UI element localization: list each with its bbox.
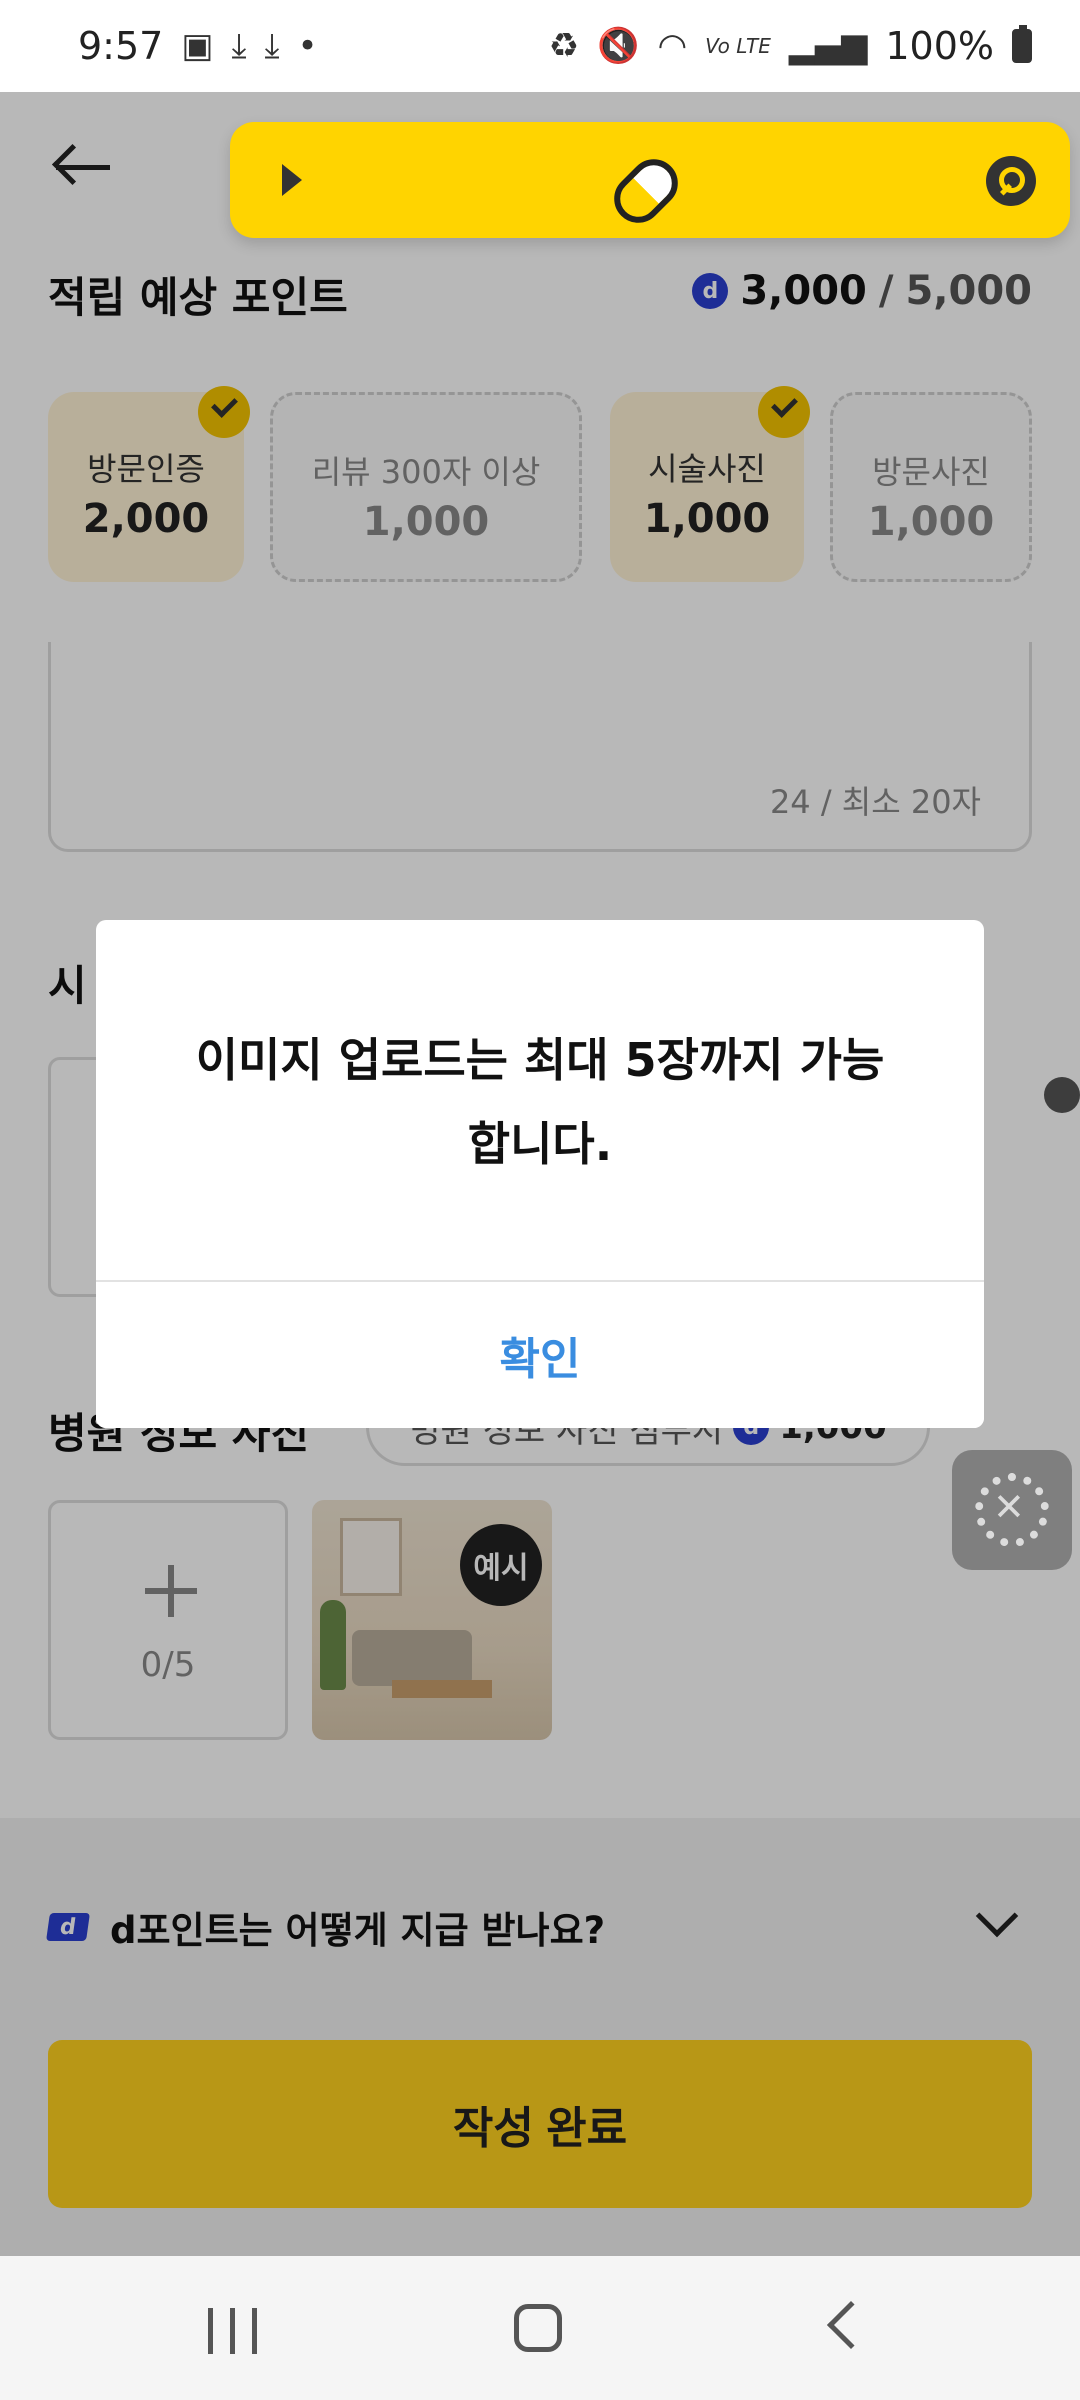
battery-saver-icon: ♻: [548, 26, 580, 66]
nav-back-icon[interactable]: [826, 2300, 876, 2350]
wifi-icon: ◠: [657, 26, 688, 66]
status-bar-right: ♻ 🔇 ◠ Vo LTE ▂▄▆ 100%: [549, 24, 1032, 68]
status-bar-left: 9:57 ▣ ⤓ ⤓ •: [78, 24, 318, 68]
play-icon[interactable]: [282, 164, 302, 196]
system-nav-bar: [0, 2256, 1080, 2400]
gear-icon: [975, 1473, 1049, 1547]
battery-icon: [1012, 25, 1032, 63]
download-icon: ⤓: [264, 26, 280, 66]
gallery-icon: ▣: [181, 26, 214, 66]
alert-dialog: 이미지 업로드는 최대 5장까지 가능 합니다. 확인: [96, 920, 984, 1428]
dialog-message-line1: 이미지 업로드는 최대 5장까지 가능: [195, 1033, 885, 1087]
floating-toolbar: [230, 122, 1070, 238]
home-icon[interactable]: [514, 2304, 562, 2352]
settings-tools-button[interactable]: [952, 1450, 1072, 1570]
status-bar: 9:57 ▣ ⤓ ⤓ • ♻ 🔇 ◠ Vo LTE ▂▄▆ 100%: [0, 0, 1080, 92]
volte-icon: Vo LTE: [705, 34, 771, 58]
confirm-button[interactable]: 확인: [96, 1282, 984, 1428]
dialog-message: 이미지 업로드는 최대 5장까지 가능 합니다.: [136, 1018, 944, 1186]
battery-percent: 100%: [885, 24, 994, 68]
mute-icon: 🔇: [597, 26, 640, 66]
download-icon: ⤓: [231, 26, 247, 66]
recents-icon[interactable]: [208, 2308, 260, 2354]
pill-icon[interactable]: [604, 149, 688, 233]
status-time: 9:57: [78, 24, 164, 68]
dialog-message-line2: 합니다.: [467, 1117, 613, 1171]
dot-icon: •: [297, 26, 318, 66]
search-icon[interactable]: [986, 156, 1036, 206]
signal-icon: ▂▄▆: [788, 26, 868, 66]
